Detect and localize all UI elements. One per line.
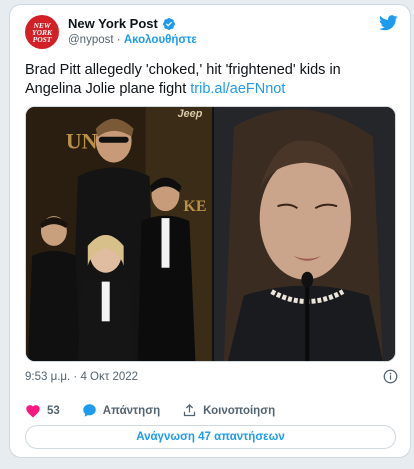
tweet-body: Brad Pitt allegedly 'choked,' hit 'frigh… <box>25 62 341 97</box>
action-bar: 53 Απάντηση Κοινοποίηση <box>25 403 297 418</box>
share-button[interactable]: Κοινοποίηση <box>182 403 275 418</box>
display-name[interactable]: New York Post <box>68 16 158 31</box>
avatar[interactable]: NEW YORK POST <box>25 15 59 49</box>
like-button[interactable]: 53 <box>25 403 60 418</box>
read-replies-button[interactable]: Ανάγνωση 47 απαντήσεων <box>25 425 396 449</box>
family-photo-illustration: UNB Jeep KE <box>26 107 213 361</box>
tweet-card: NEW YORK POST New York Post @nypost · Ακ… <box>9 4 411 458</box>
heart-icon <box>26 405 40 418</box>
like-count: 53 <box>47 404 60 417</box>
separator: · <box>116 34 121 46</box>
tweet-media[interactable]: UNB Jeep KE <box>25 106 396 362</box>
follow-button[interactable]: Ακολουθήστε <box>124 34 197 46</box>
handle[interactable]: @nypost <box>68 34 114 46</box>
verified-badge-icon <box>162 17 175 30</box>
handle-row: @nypost · Ακολουθήστε <box>68 34 197 46</box>
share-upload-icon <box>183 403 196 417</box>
author-name-row: New York Post <box>68 16 176 31</box>
backdrop-sign-text: Jeep <box>177 108 202 120</box>
avatar-text-line: POST <box>32 34 52 44</box>
photo-family-red-carpet[interactable]: UNB Jeep KE <box>26 107 213 361</box>
reply-label: Απάντηση <box>102 404 161 417</box>
info-icon[interactable] <box>383 369 398 384</box>
share-label: Κοινοποίηση <box>203 404 276 417</box>
backdrop-edge-text: KE <box>183 198 206 215</box>
tweet-text: Brad Pitt allegedly 'choked,' hit 'frigh… <box>25 61 395 99</box>
portrait-photo-illustration <box>214 107 395 361</box>
tweet-link[interactable]: trib.al/aeFNnot <box>190 81 285 97</box>
reply-button[interactable]: Απάντηση <box>82 403 160 418</box>
photo-portrait[interactable] <box>214 107 395 361</box>
twitter-bird-icon[interactable] <box>379 15 398 31</box>
reply-bubble-icon <box>83 404 96 417</box>
tweet-timestamp[interactable]: 9:53 μ.μ. · 4 Οκτ 2022 <box>25 371 138 383</box>
